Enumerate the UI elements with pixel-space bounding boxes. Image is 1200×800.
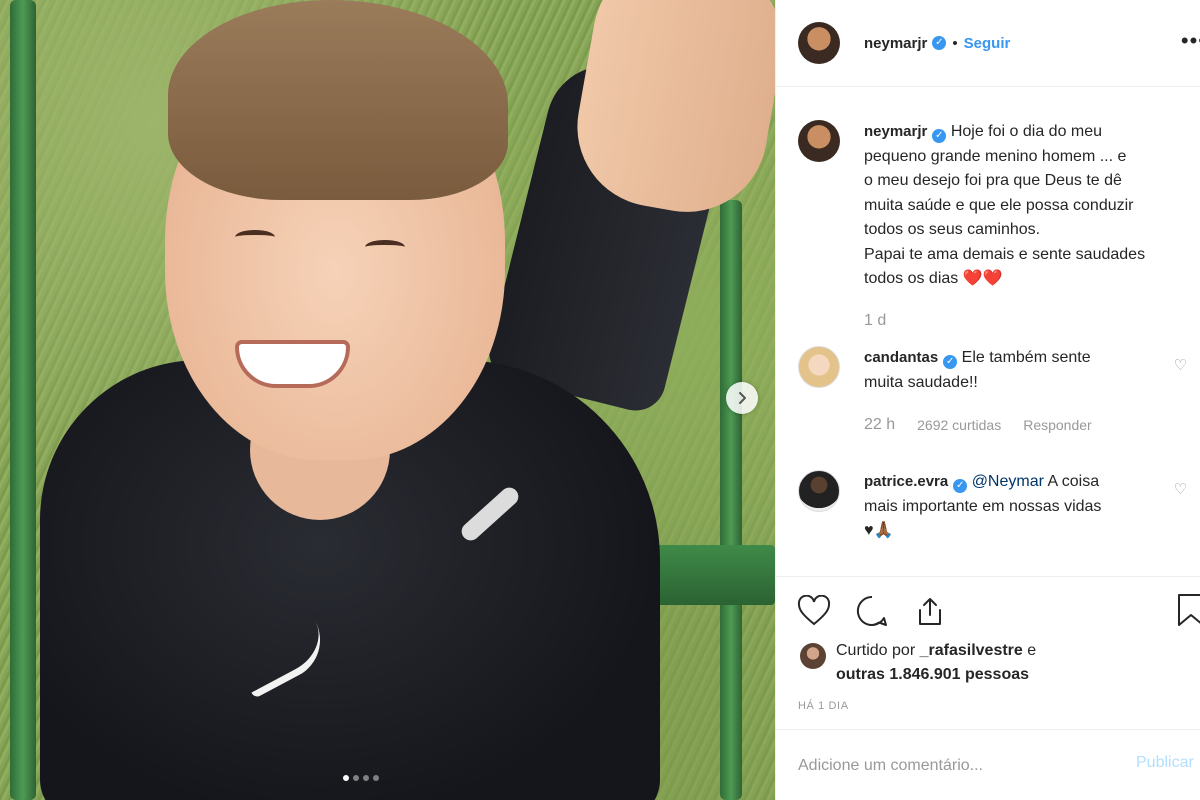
chevron-right-icon: [739, 392, 746, 404]
comment-text: patrice.evra ✓ @Neymar A coisa mais impor…: [864, 470, 1184, 544]
add-comment-bar: Publicar: [776, 729, 1200, 800]
verified-badge-icon: ✓: [953, 479, 968, 493]
verified-badge-icon: ✓: [943, 355, 958, 369]
post-photo[interactable]: [0, 0, 775, 800]
caption: neymarjr ✓ Hoje foi o dia do meu pequeno …: [798, 120, 1184, 292]
comments-list[interactable]: neymarjr ✓ Hoje foi o dia do meu pequeno …: [776, 88, 1200, 576]
caption-time[interactable]: 1 d: [864, 312, 886, 330]
comment-item: patrice.evra ✓ @Neymar A coisa mais impor…: [798, 470, 1184, 544]
caption-line: muita saúde e que ele possa conduzir: [864, 196, 1134, 214]
posted-timestamp[interactable]: HÁ 1 DIA: [798, 700, 849, 712]
post-side-panel: neymarjr ✓ • Seguir ••• neymarjr ✓ Hoje f…: [775, 0, 1200, 800]
caption-line: Papai te ama demais e sente saudades: [864, 245, 1146, 263]
post-actions: Curtido por _rafasilvestre e outras 1.84…: [776, 576, 1200, 775]
carousel-dot: [363, 775, 369, 781]
swing-pole-right: [720, 200, 742, 800]
comment-line: mais importante em nossas vidas: [864, 497, 1102, 515]
comment-item: candantas ✓ Ele também sente muita saudad…: [798, 346, 1184, 395]
action-icons: [796, 593, 948, 629]
carousel-dot: [373, 775, 379, 781]
comment-line: muita saudade!!: [864, 373, 978, 391]
swing-pole-left: [10, 0, 36, 800]
separator-bullet: •: [952, 34, 958, 52]
boy-eye-left: [235, 230, 275, 244]
share-icon[interactable]: [912, 593, 948, 629]
verified-badge-icon: ✓: [932, 129, 947, 143]
comment-line: Ele também sente: [961, 349, 1091, 366]
comment-like-heart-icon[interactable]: ♡: [1174, 480, 1187, 498]
caption-text: neymarjr ✓ Hoje foi o dia do meu pequeno …: [864, 120, 1184, 292]
likes-prefix: Curtido por: [836, 642, 916, 659]
caption-line: todos os seus caminhos.: [864, 221, 1041, 238]
boy-eye-right: [365, 240, 405, 254]
caption-line: pequeno grande menino homem ... e: [864, 147, 1127, 165]
avatar[interactable]: [798, 470, 840, 512]
likes-summary: Curtido por _rafasilvestre e outras 1.84…: [800, 639, 1036, 687]
author-username[interactable]: neymarjr: [864, 35, 927, 52]
comment-meta: 22 h 2692 curtidas Responder: [864, 416, 1114, 434]
comment-username[interactable]: patrice.evra: [864, 473, 948, 490]
mention-link[interactable]: @Neymar: [972, 473, 1044, 490]
comment-likes-count[interactable]: 2692 curtidas: [917, 417, 1001, 433]
comment-input[interactable]: [798, 756, 1128, 775]
boy-hair: [168, 0, 508, 200]
caption-line: o meu desejo foi pra que Deus te dê: [864, 172, 1122, 189]
carousel-dots: [343, 775, 379, 781]
comment-time[interactable]: 22 h: [864, 416, 895, 434]
comment-username[interactable]: candantas: [864, 349, 938, 366]
avatar[interactable]: [798, 346, 840, 388]
caption-meta: 1 d: [864, 312, 908, 330]
reply-button[interactable]: Responder: [1023, 417, 1092, 433]
avatar[interactable]: [798, 22, 840, 64]
caption-line: Hoje foi o dia do meu: [950, 123, 1103, 140]
likes-others[interactable]: outras 1.846.901 pessoas: [836, 666, 1029, 683]
likes-user[interactable]: _rafasilvestre: [920, 642, 1023, 659]
like-heart-icon[interactable]: [796, 593, 832, 629]
publish-button[interactable]: Publicar: [1136, 754, 1194, 772]
likes-text[interactable]: Curtido por _rafasilvestre e outras 1.84…: [836, 639, 1036, 687]
avatar[interactable]: [798, 120, 840, 162]
verified-badge-icon: ✓: [932, 36, 947, 50]
comment-line: A coisa: [1047, 473, 1100, 490]
caption-line: todos os dias ❤️❤️: [864, 270, 1003, 287]
comment-bubble-icon[interactable]: [854, 593, 890, 629]
bookmark-icon[interactable]: [1176, 593, 1200, 632]
avatar[interactable]: [800, 643, 826, 669]
carousel-next-button[interactable]: [726, 382, 758, 414]
more-options-icon[interactable]: •••: [1181, 28, 1200, 54]
likes-conj: e: [1027, 642, 1037, 659]
post-header: neymarjr ✓ • Seguir •••: [776, 0, 1200, 87]
comment-like-heart-icon[interactable]: ♡: [1174, 356, 1187, 374]
carousel-dot: [343, 775, 349, 781]
follow-button[interactable]: Seguir: [964, 35, 1011, 52]
caption-username[interactable]: neymarjr: [864, 123, 927, 140]
comment-text: candantas ✓ Ele também sente muita saudad…: [864, 346, 1184, 395]
comment-line: ♥🙏🏾: [864, 522, 894, 539]
carousel-dot: [353, 775, 359, 781]
